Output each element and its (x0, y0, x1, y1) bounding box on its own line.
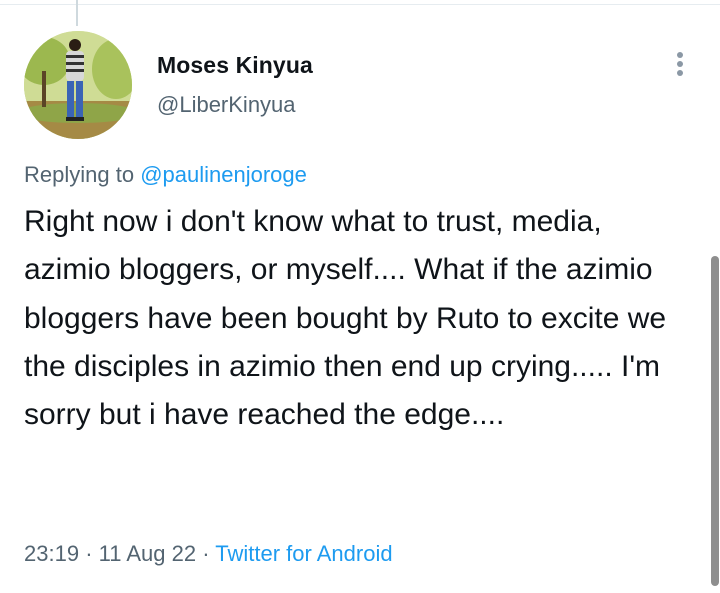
meta-separator: · (202, 541, 210, 566)
more-vertical-icon-dot (677, 61, 683, 67)
tweet-source[interactable]: Twitter for Android (215, 541, 392, 566)
avatar-photo (24, 31, 132, 139)
replying-to-mention[interactable]: @paulinenjoroge (140, 162, 307, 187)
more-vertical-icon-dot (677, 70, 683, 76)
scrollbar[interactable] (711, 256, 719, 586)
more-vertical-icon (677, 52, 683, 58)
author-display-name[interactable]: Moses Kinyua (157, 52, 313, 79)
avatar[interactable] (24, 31, 132, 139)
top-divider (0, 4, 720, 5)
thread-connector-line (76, 0, 78, 26)
tweet-text: Right now i don't know what to trust, me… (24, 205, 667, 432)
tweet-metadata: 23:19 · 11 Aug 22 · Twitter for Android (24, 541, 393, 567)
replying-prefix: Replying to (24, 162, 135, 187)
meta-separator: · (85, 541, 93, 566)
tweet-date[interactable]: 11 Aug 22 (99, 541, 196, 566)
replying-to-line: Replying to @paulinenjoroge (24, 162, 307, 188)
more-options-button[interactable] (664, 48, 696, 80)
tweet-time[interactable]: 23:19 (24, 541, 79, 566)
author-handle[interactable]: @LiberKinyua (157, 92, 296, 118)
